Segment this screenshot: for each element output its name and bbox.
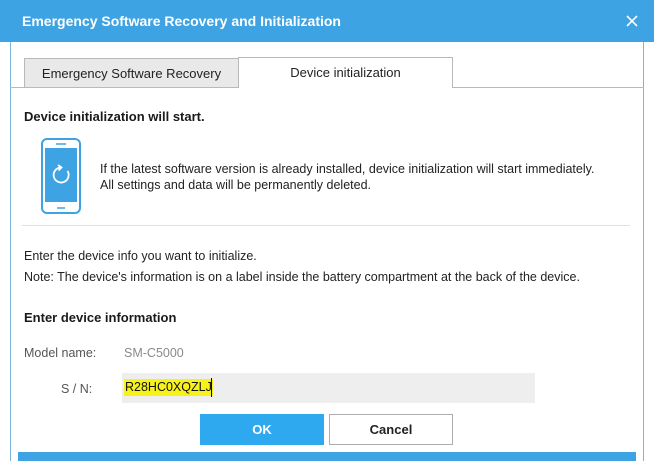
bottom-strip (18, 452, 636, 461)
device-info-heading: Enter device information (24, 310, 177, 325)
model-name-value: SM-C5000 (124, 346, 184, 360)
serial-number-value: R28HC0XQZLJ (124, 379, 213, 396)
text-caret (211, 378, 212, 397)
note-text: Note: The device's information is on a l… (24, 270, 580, 284)
serial-number-input[interactable]: R28HC0XQZLJ (122, 373, 535, 403)
section-heading: Device initialization will start. (24, 109, 205, 124)
info-line-1: If the latest software version is alread… (100, 162, 595, 176)
info-line-2: All settings and data will be permanentl… (100, 178, 371, 192)
tab-emergency-software-recovery[interactable]: Emergency Software Recovery (24, 58, 239, 88)
title-bar: Emergency Software Recovery and Initiali… (0, 0, 654, 42)
cancel-button[interactable]: Cancel (329, 414, 453, 445)
ok-button[interactable]: OK (200, 414, 324, 445)
info-text: If the latest software version is alread… (100, 161, 594, 193)
tab-device-initialization[interactable]: Device initialization (238, 57, 453, 88)
divider (22, 225, 630, 226)
model-name-label: Model name: (24, 346, 97, 360)
phone-refresh-icon (41, 138, 81, 219)
close-icon[interactable] (622, 11, 642, 31)
window-title: Emergency Software Recovery and Initiali… (22, 13, 341, 29)
instruction-text: Enter the device info you want to initia… (24, 249, 257, 263)
serial-number-label: S / N: (61, 382, 93, 396)
